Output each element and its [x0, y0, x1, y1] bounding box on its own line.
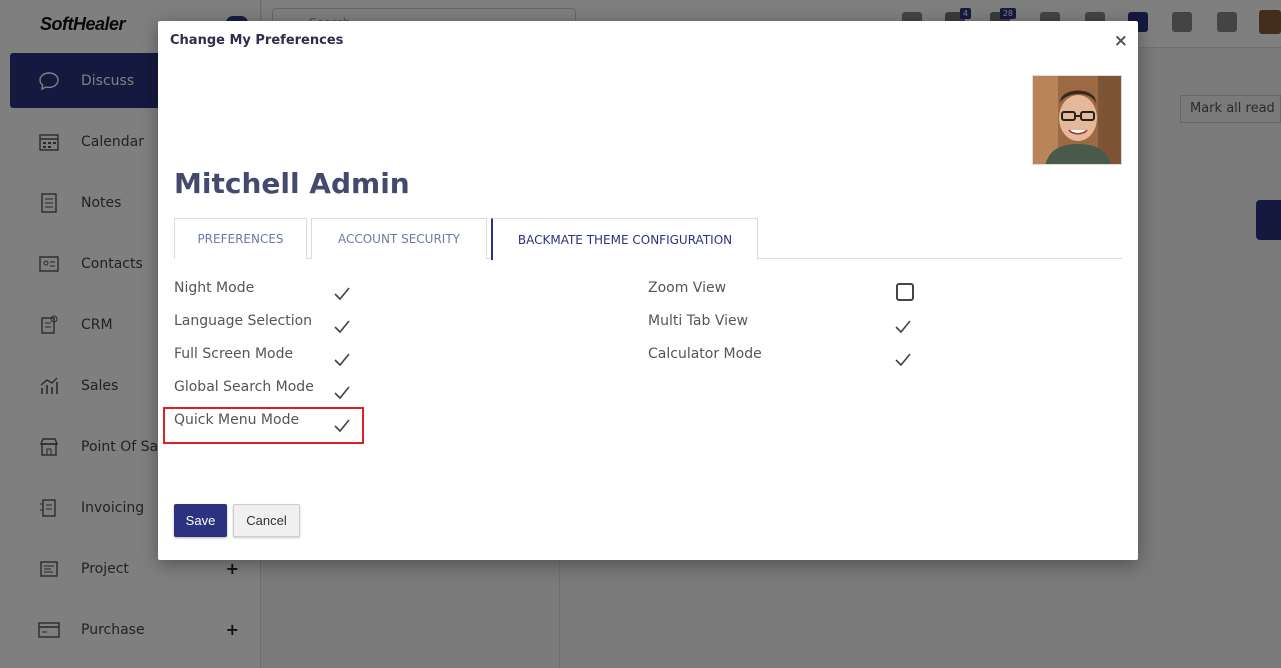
zoom-view-checkbox[interactable] — [896, 283, 914, 301]
preferences-tabs: PREFERENCES ACCOUNT SECURITY BACKMATE TH… — [174, 218, 1122, 260]
calculator-mode-check-icon[interactable] — [894, 351, 912, 369]
save-button[interactable]: Save — [174, 504, 227, 537]
dialog-title: Change My Preferences — [170, 33, 344, 48]
zoom-view-label: Zoom View — [648, 280, 727, 296]
global-search-mode-check-icon[interactable] — [333, 384, 351, 402]
multi-tab-view-label: Multi Tab View — [648, 313, 749, 329]
tab-account-security[interactable]: ACCOUNT SECURITY — [311, 218, 487, 259]
calculator-mode-label: Calculator Mode — [648, 346, 762, 362]
cancel-button[interactable]: Cancel — [233, 504, 300, 537]
close-icon[interactable]: × — [1114, 32, 1128, 50]
user-avatar[interactable] — [1032, 75, 1122, 165]
multi-tab-view-check-icon[interactable] — [894, 318, 912, 336]
language-selection-check-icon[interactable] — [333, 318, 351, 336]
language-selection-label: Language Selection — [174, 313, 313, 329]
global-search-mode-label: Global Search Mode — [174, 379, 314, 395]
quick-menu-highlight-box — [163, 407, 364, 444]
night-mode-label: Night Mode — [174, 280, 255, 296]
tab-preferences[interactable]: PREFERENCES — [174, 218, 307, 259]
night-mode-check-icon[interactable] — [333, 285, 351, 303]
user-name: Mitchell Admin — [174, 167, 410, 200]
tab-backmate-theme-configuration[interactable]: BACKMATE THEME CONFIGURATION — [491, 218, 758, 260]
preferences-dialog: Change My Preferences × Mitchell Admin P… — [158, 21, 1138, 560]
full-screen-mode-check-icon[interactable] — [333, 351, 351, 369]
full-screen-mode-label: Full Screen Mode — [174, 346, 294, 362]
